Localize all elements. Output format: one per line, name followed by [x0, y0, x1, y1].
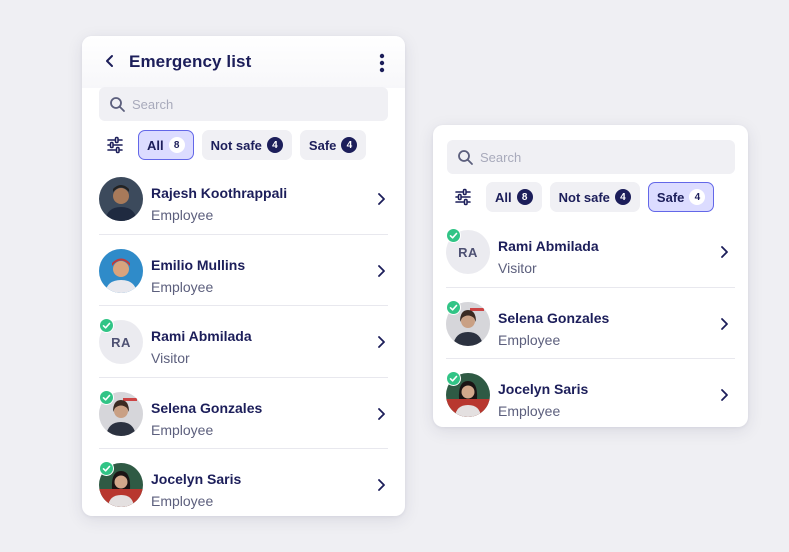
search-icon	[458, 149, 473, 165]
chip-label: Safe	[656, 189, 685, 205]
avatar-initials: RA	[458, 244, 478, 260]
person-name: Rami Abmilada	[151, 328, 252, 344]
person-role: Visitor	[498, 260, 537, 276]
search-input[interactable]	[132, 96, 352, 112]
back-arrow-icon[interactable]	[102, 53, 118, 69]
person-role: Employee	[151, 207, 214, 223]
chevron-right-icon	[721, 246, 728, 258]
person-role: Employee	[151, 278, 214, 295]
avatar	[99, 177, 143, 221]
chip-label: Not safe	[210, 137, 262, 153]
safe-check-icon	[99, 461, 114, 476]
person-photo-icon	[99, 177, 143, 221]
list-item[interactable]: RA Rami Abmilada Visitor	[82, 306, 405, 378]
chevron-right-icon	[721, 389, 728, 401]
chip-label: All	[147, 137, 164, 153]
search-icon	[110, 96, 125, 112]
filter-chip-not-safe[interactable]: Not safe 4	[549, 182, 640, 212]
chevron-right-icon	[378, 336, 385, 348]
count-badge: 4	[614, 189, 631, 205]
person-name: Selena Gonzales	[151, 399, 263, 416]
header: Emergency list	[82, 36, 405, 88]
emergency-list-panel: Emergency list All 8 Not safe	[82, 36, 405, 516]
person-name: Rajesh Koothrappali	[151, 185, 288, 201]
list-item[interactable]: Selena Gonzales Employee	[433, 288, 748, 359]
search-field[interactable]	[99, 87, 388, 121]
safe-check-icon	[446, 371, 461, 386]
filter-chip-not-safe[interactable]: Not safe 4	[201, 130, 292, 160]
count-badge: 4	[266, 137, 283, 153]
person-role: Visitor	[151, 350, 190, 366]
person-role: Employee	[151, 493, 214, 509]
person-role: Employee	[498, 403, 561, 419]
person-photo-icon	[99, 248, 143, 293]
chevron-right-icon	[378, 264, 385, 277]
filter-chip-safe[interactable]: Safe 4	[647, 182, 715, 212]
count-badge: 8	[516, 189, 533, 205]
search-field[interactable]	[447, 140, 735, 174]
safe-check-icon	[446, 299, 461, 315]
filter-bar: All 8 Not safe 4 Safe 4	[98, 130, 374, 160]
filter-chip-all[interactable]: All 8	[138, 130, 194, 160]
safe-check-icon	[99, 389, 114, 405]
chevron-right-icon	[378, 193, 385, 205]
chip-label: All	[495, 189, 512, 205]
more-options-icon[interactable]	[377, 52, 387, 74]
chip-label: Not safe	[558, 189, 610, 205]
list-item[interactable]: Selena Gonzales Employee	[82, 378, 405, 449]
search-input[interactable]	[480, 149, 700, 165]
count-badge: 4	[341, 137, 358, 153]
chevron-right-icon	[721, 317, 728, 330]
person-name: Selena Gonzales	[498, 309, 610, 326]
list-item[interactable]: Jocelyn Saris Employee	[82, 449, 405, 516]
chevron-right-icon	[378, 407, 385, 420]
filter-settings-icon[interactable]	[98, 130, 132, 160]
safe-check-icon	[446, 228, 461, 243]
avatar	[99, 248, 143, 293]
person-name: Rami Abmilada	[498, 238, 599, 254]
person-role: Employee	[498, 331, 561, 348]
list-item[interactable]: Emilio Mullins Employee	[82, 235, 405, 306]
filter-settings-icon[interactable]	[446, 182, 480, 212]
avatar-initials: RA	[111, 334, 131, 350]
people-list: Rajesh Koothrappali Employee Emilio Mull…	[82, 163, 405, 516]
person-name: Emilio Mullins	[151, 256, 246, 273]
chip-label: Safe	[308, 137, 337, 153]
list-item[interactable]: RA Rami Abmilada Visitor	[433, 216, 748, 288]
count-badge: 4	[689, 189, 706, 205]
list-item[interactable]: Rajesh Koothrappali Employee	[82, 163, 405, 235]
count-badge: 8	[168, 137, 185, 153]
person-role: Employee	[151, 421, 214, 438]
people-list: RA Rami Abmilada Visitor Selena Gonzales…	[433, 216, 748, 427]
filtered-list-panel: All 8 Not safe 4 Safe 4 RA Rami Abmilada…	[433, 125, 748, 427]
person-name: Jocelyn Saris	[498, 381, 589, 397]
page-title: Emergency list	[129, 52, 252, 71]
person-name: Jocelyn Saris	[151, 471, 242, 487]
list-item[interactable]: Jocelyn Saris Employee	[433, 359, 748, 427]
filter-chip-all[interactable]: All 8	[486, 182, 542, 212]
safe-check-icon	[99, 318, 114, 333]
filter-chip-safe[interactable]: Safe 4	[299, 130, 367, 160]
chevron-right-icon	[378, 479, 385, 491]
filter-bar: All 8 Not safe 4 Safe 4	[446, 182, 722, 212]
